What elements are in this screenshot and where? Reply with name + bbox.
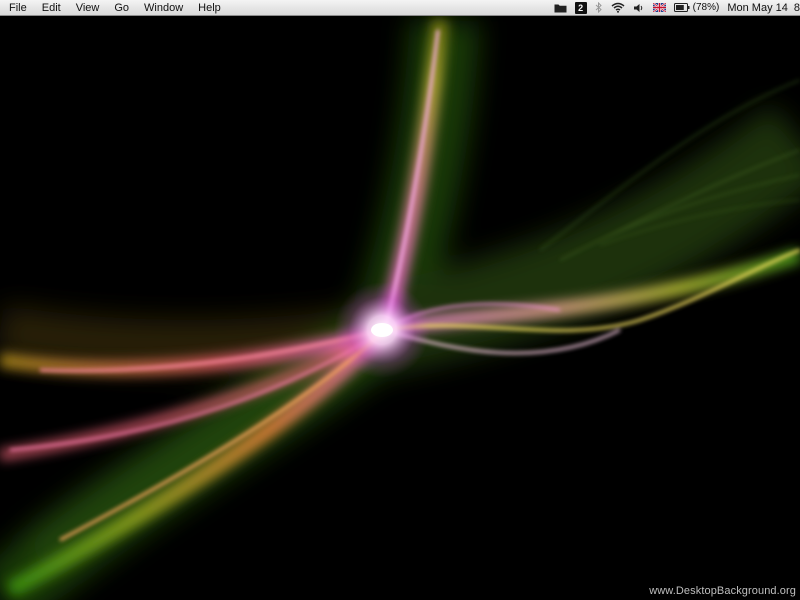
app-menus: File Edit View Go Window Help [0, 0, 236, 15]
watermark-text: www.DesktopBackground.org [649, 585, 796, 597]
status-menus: 2 (78%) Mon May 14 8 [554, 0, 800, 15]
battery-status[interactable]: (78%) [673, 0, 720, 16]
battery-percent: (78%) [692, 2, 720, 13]
menu-go[interactable]: Go [114, 0, 129, 16]
menu-help[interactable]: Help [198, 0, 221, 16]
battery-icon [673, 3, 690, 12]
badge-number: 2 [574, 1, 587, 14]
speaker-icon[interactable] [633, 0, 645, 16]
desktop-screen: File Edit View Go Window Help 2 (78%) Mo… [0, 0, 800, 600]
wifi-icon[interactable] [611, 0, 625, 16]
menu-view[interactable]: View [76, 0, 100, 16]
clock[interactable]: Mon May 14 8 [727, 0, 800, 16]
bluetooth-icon[interactable] [595, 0, 603, 16]
menu-window[interactable]: Window [144, 0, 183, 16]
menu-edit[interactable]: Edit [42, 0, 61, 16]
desktop-wallpaper [0, 0, 800, 600]
clock-overflow: 8 [793, 1, 800, 14]
notification-badge[interactable]: 2 [574, 0, 587, 16]
menu-bar: File Edit View Go Window Help 2 (78%) Mo… [0, 0, 800, 16]
clock-date: Mon May 14 [727, 1, 788, 14]
folder-icon[interactable] [554, 0, 567, 16]
uk-flag-icon[interactable] [652, 0, 666, 16]
menu-file[interactable]: File [9, 0, 27, 16]
